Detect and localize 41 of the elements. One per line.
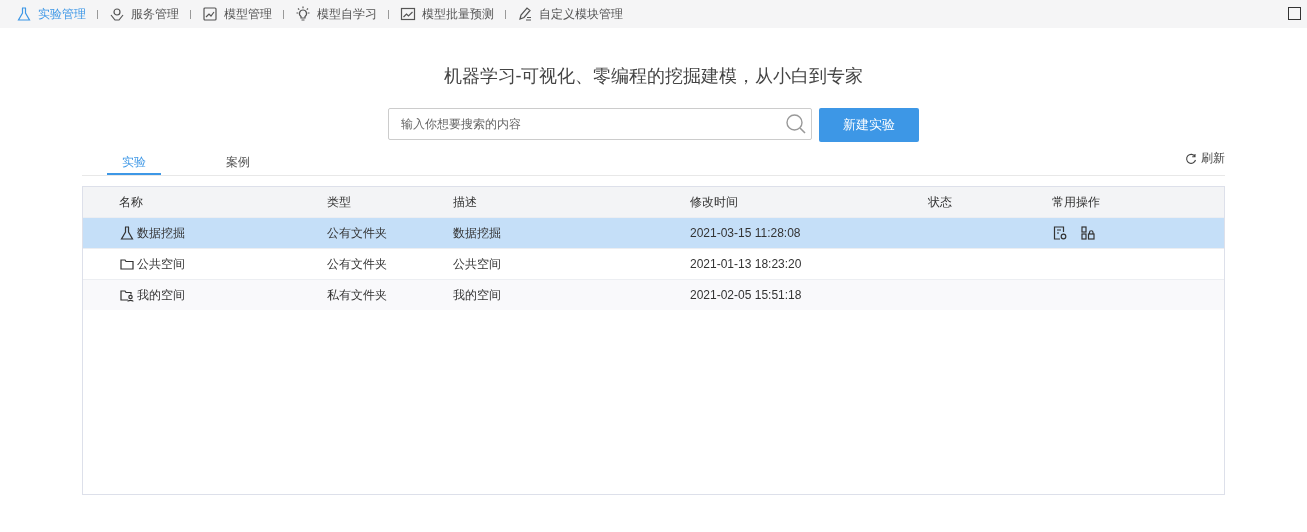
table-cell-text: 我的空间 [453, 286, 502, 304]
refresh-button[interactable]: 刷新 [1185, 150, 1225, 175]
table-cell-text: 数据挖掘 [453, 224, 502, 242]
column-header: 描述 [453, 193, 478, 211]
table-cell-text: 2021-03-15 11:28:08 [690, 226, 802, 240]
table-cell-text: 公有文件夹 [327, 255, 388, 273]
pen-icon [517, 6, 533, 22]
table-cell-text: 2021-02-05 15:51:18 [690, 288, 803, 302]
column-header: 名称 [119, 193, 144, 211]
lightbulb-icon [295, 6, 311, 22]
nav-tab[interactable]: 模型管理 [202, 5, 272, 23]
search-field[interactable]: 输入你想要搜索的内容 [388, 108, 812, 140]
refresh-icon [1185, 152, 1197, 165]
table-cell-text: 公有文件夹 [327, 224, 388, 242]
table-cell-text: 公共空间 [453, 255, 502, 273]
nav-tab[interactable]: 模型批量预测 [400, 5, 494, 23]
table-row[interactable]: 数据挖掘 公有文件夹 数据挖掘 2021-03-15 11:28:08 [83, 217, 1224, 248]
nav-tab[interactable]: 自定义模块管理 [517, 5, 623, 23]
search-icon[interactable] [785, 113, 807, 135]
column-header: 类型 [327, 193, 352, 211]
nav-tab[interactable]: 服务管理 [109, 5, 179, 23]
table-cell: 我的空间 [137, 286, 185, 304]
table-cell-text: 2021-01-13 18:23:20 [690, 257, 803, 271]
table-cell: 数据挖掘 [137, 224, 185, 242]
lock-blocks-icon[interactable] [1080, 225, 1096, 241]
maximize-icon[interactable] [1288, 7, 1301, 20]
folder-icon [119, 256, 135, 272]
column-header: 常用操作 [1052, 193, 1101, 211]
column-header: 修改时间 [690, 193, 739, 211]
table-cell: 公共空间 [137, 255, 185, 273]
nav-tab[interactable]: 模型自学习 [295, 5, 377, 23]
flask-icon [119, 225, 135, 241]
table-row[interactable]: 我的空间 私有文件夹 我的空间 2021-02-05 15:51:18 [83, 279, 1224, 310]
tab[interactable]: 案例 [211, 151, 265, 175]
line-chart-icon [400, 6, 416, 22]
table-cell-text: 私有文件夹 [327, 286, 388, 304]
chart-icon [202, 6, 218, 22]
headline: 机器学习-可视化、零编程的挖掘建模，从小白到专家 [443, 65, 864, 88]
flask-icon [16, 6, 32, 22]
column-header: 状态 [928, 193, 953, 211]
folder-user-icon [119, 287, 135, 303]
